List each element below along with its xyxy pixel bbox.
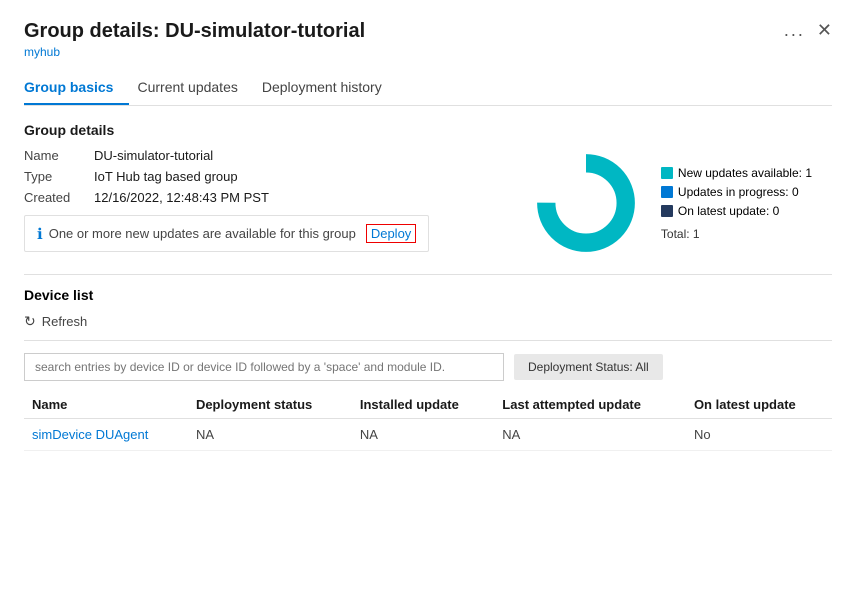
- chart-area: New updates available: 1 Updates in prog…: [531, 148, 812, 258]
- label-created: Created: [24, 190, 94, 205]
- alert-box: ℹ One or more new updates are available …: [24, 215, 429, 252]
- refresh-icon: ↻: [24, 313, 36, 330]
- filter-button[interactable]: Deployment Status: All: [514, 354, 663, 380]
- panel-header: Group details: DU-simulator-tutorial myh…: [24, 20, 832, 59]
- refresh-button[interactable]: ↻ Refresh: [24, 313, 87, 330]
- device-name-link[interactable]: simDevice DUAgent: [24, 419, 188, 451]
- details-fields: Name DU-simulator-tutorial Type IoT Hub …: [24, 148, 531, 252]
- group-details-panel: Group details: DU-simulator-tutorial myh…: [0, 0, 856, 596]
- col-name: Name: [24, 391, 188, 419]
- device-installed-update: NA: [352, 419, 494, 451]
- col-installed-update: Installed update: [352, 391, 494, 419]
- legend-item-on-latest: On latest update: 0: [661, 204, 812, 218]
- legend-color-new-updates: [661, 167, 673, 179]
- donut-svg: [531, 148, 641, 258]
- refresh-divider: [24, 340, 832, 341]
- legend-label-new-updates: New updates available: 1: [678, 166, 812, 180]
- detail-row-type: Type IoT Hub tag based group: [24, 169, 531, 184]
- deploy-link[interactable]: Deploy: [366, 224, 416, 243]
- tab-deployment-history[interactable]: Deployment history: [262, 71, 398, 105]
- label-name: Name: [24, 148, 94, 163]
- value-created: 12/16/2022, 12:48:43 PM PST: [94, 190, 269, 205]
- title-area: Group details: DU-simulator-tutorial myh…: [24, 20, 365, 59]
- legend-item-in-progress: Updates in progress: 0: [661, 185, 812, 199]
- device-on-latest: No: [686, 419, 832, 451]
- search-filter-row: Deployment Status: All: [24, 353, 832, 381]
- chart-legend: New updates available: 1 Updates in prog…: [661, 166, 812, 241]
- tab-group-basics[interactable]: Group basics: [24, 71, 129, 105]
- device-table: Name Deployment status Installed update …: [24, 391, 832, 451]
- refresh-label: Refresh: [42, 314, 88, 329]
- panel-subtitle: myhub: [24, 45, 365, 59]
- detail-row-created: Created 12/16/2022, 12:48:43 PM PST: [24, 190, 531, 205]
- device-deployment-status: NA: [188, 419, 352, 451]
- device-list-title: Device list: [24, 287, 832, 303]
- table-header-row: Name Deployment status Installed update …: [24, 391, 832, 419]
- legend-label-on-latest: On latest update: 0: [678, 204, 779, 218]
- chart-total: Total: 1: [661, 227, 812, 241]
- tab-current-updates[interactable]: Current updates: [137, 71, 253, 105]
- detail-row-name: Name DU-simulator-tutorial: [24, 148, 531, 163]
- donut-chart: [531, 148, 641, 258]
- table-row: simDevice DUAgent NA NA NA No: [24, 419, 832, 451]
- panel-title: Group details: DU-simulator-tutorial: [24, 20, 365, 43]
- device-last-attempted: NA: [494, 419, 686, 451]
- search-input[interactable]: [24, 353, 504, 381]
- legend-color-in-progress: [661, 186, 673, 198]
- legend-item-new-updates: New updates available: 1: [661, 166, 812, 180]
- alert-text: One or more new updates are available fo…: [49, 226, 356, 241]
- col-deployment-status: Deployment status: [188, 391, 352, 419]
- col-on-latest: On latest update: [686, 391, 832, 419]
- details-chart-container: Name DU-simulator-tutorial Type IoT Hub …: [24, 148, 832, 258]
- value-name: DU-simulator-tutorial: [94, 148, 213, 163]
- ellipsis-button[interactable]: ...: [784, 20, 805, 41]
- label-type: Type: [24, 169, 94, 184]
- col-last-attempted: Last attempted update: [494, 391, 686, 419]
- group-details-section-title: Group details: [24, 122, 832, 138]
- info-icon: ℹ: [37, 225, 43, 243]
- section-divider: [24, 274, 832, 275]
- value-type: IoT Hub tag based group: [94, 169, 238, 184]
- legend-label-in-progress: Updates in progress: 0: [678, 185, 799, 199]
- header-actions: ... ✕: [784, 20, 832, 41]
- legend-color-on-latest: [661, 205, 673, 217]
- donut-wrapper: New updates available: 1 Updates in prog…: [531, 148, 812, 258]
- close-button[interactable]: ✕: [817, 20, 832, 41]
- tab-bar: Group basics Current updates Deployment …: [24, 71, 832, 106]
